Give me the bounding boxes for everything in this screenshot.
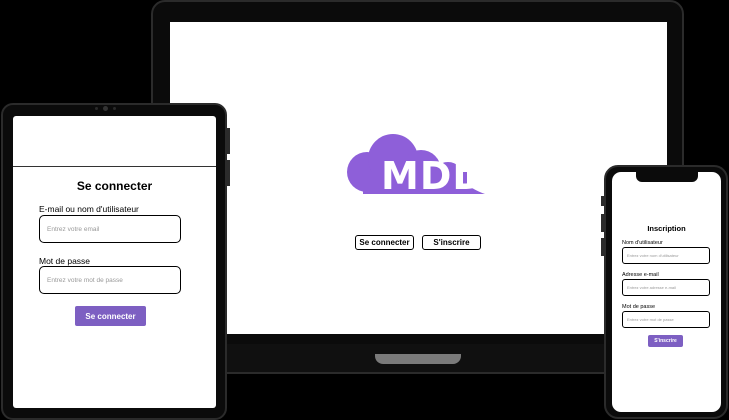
password-label: Mot de passe [39, 256, 91, 266]
username-label: Nom d'utilisateur [622, 240, 663, 246]
phone-side-button [601, 214, 604, 232]
email-label: Adresse e-mail [622, 272, 659, 278]
login-button[interactable]: Se connecter [355, 235, 414, 250]
header-divider [13, 166, 216, 167]
page-title: Se connecter [76, 179, 153, 193]
laptop-notch [375, 354, 461, 364]
sensor-icon [113, 107, 116, 110]
username-field[interactable]: Entrez votre nom d'utilisateur [622, 247, 710, 264]
logo-text: MDD [381, 154, 485, 198]
tablet-side-button [227, 160, 230, 186]
email-label: E-mail ou nom d'utilisateur [39, 204, 139, 214]
sensor-icon [95, 107, 98, 110]
phone-side-button [601, 196, 604, 206]
phone-screen: Inscription Nom d'utilisateur Entrez vot… [612, 172, 721, 412]
email-field[interactable]: Entrez votre adresse e-mail [622, 279, 710, 296]
register-button[interactable]: S'inscrire [422, 235, 481, 250]
login-submit-button[interactable]: Se connecter [75, 306, 146, 326]
register-submit-button[interactable]: S'inscrire [648, 335, 683, 347]
phone-side-button [601, 238, 604, 256]
password-label: Mot de passe [622, 304, 656, 310]
mdd-logo: MDD [345, 132, 487, 200]
email-field[interactable]: Entrez votre email [39, 215, 181, 243]
password-field[interactable]: Entrez votre mot de passe [39, 266, 181, 294]
tablet-screen: Se connecter E-mail ou nom d'utilisateur… [13, 116, 216, 408]
password-field[interactable]: Entrez votre mot de passe [622, 311, 710, 328]
phone-notch [636, 171, 698, 182]
tablet-side-button [227, 128, 230, 154]
page-title: Inscription [647, 224, 686, 233]
camera-icon [103, 106, 108, 111]
